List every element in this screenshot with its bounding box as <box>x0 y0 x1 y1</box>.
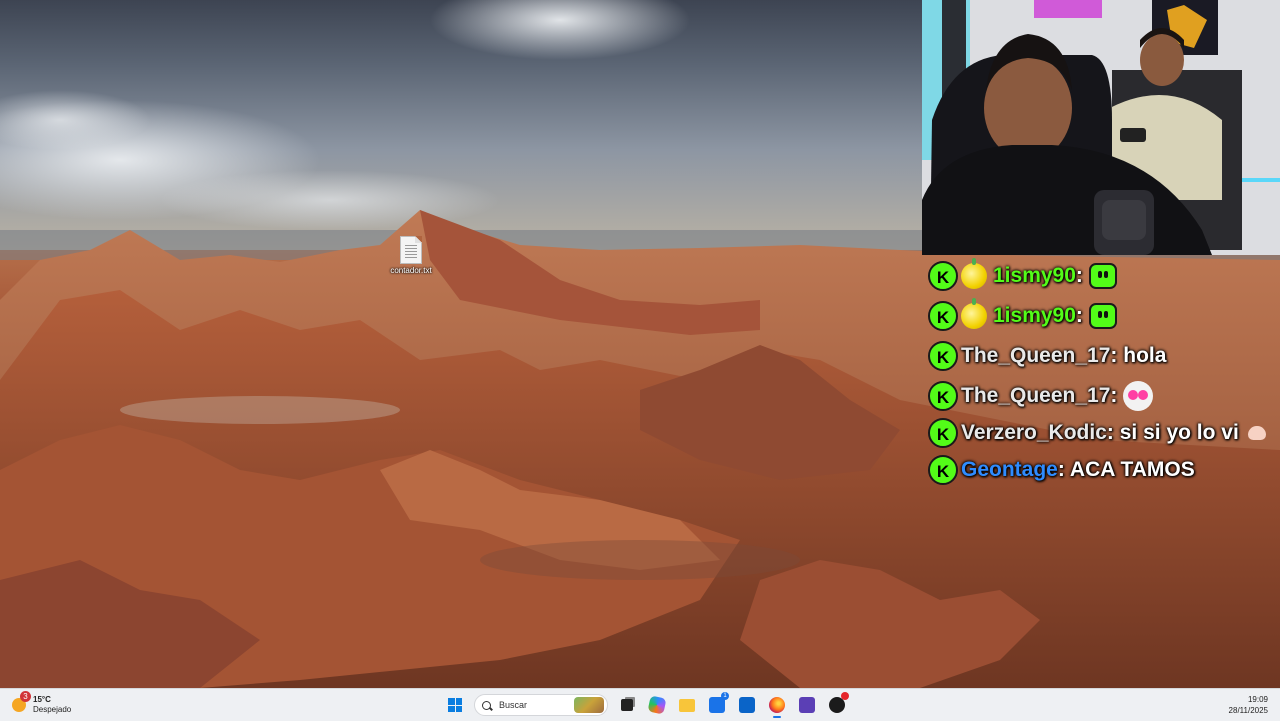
copilot-button[interactable] <box>643 691 671 719</box>
chat-username: Geontage <box>961 458 1058 481</box>
chat-text: hola <box>1123 344 1167 367</box>
file-explorer-icon <box>679 698 695 712</box>
firefox-icon <box>769 697 785 713</box>
chat-username: The_Queen_17 <box>961 344 1111 367</box>
kick-badge-icon: K <box>928 455 958 486</box>
task-view-button[interactable] <box>613 691 641 719</box>
heart-eyes-emote-icon <box>1123 381 1154 412</box>
start-button[interactable] <box>441 691 469 719</box>
chat-app-button[interactable] <box>793 691 821 719</box>
desktop-file-label: contador.txt <box>390 266 432 275</box>
flexed-arm-emote-icon <box>1245 422 1269 444</box>
notification-badge: 1 <box>721 692 729 700</box>
kick-badge-icon: K <box>928 341 958 372</box>
green-smile-emote-icon <box>1088 263 1117 290</box>
obs-button[interactable] <box>823 691 851 719</box>
recording-indicator <box>841 692 849 700</box>
chat-overlay: K 1ismy90: K 1ismy90: K The_Queen_17: hola … <box>928 256 1278 490</box>
copilot-icon <box>647 695 667 715</box>
taskbar-center: Buscar 1 <box>440 689 852 721</box>
chat-text: si si yo lo vi <box>1119 421 1239 444</box>
chat-message: K The_Queen_17: <box>928 376 1278 416</box>
microsoft-store-button[interactable]: 1 <box>703 691 731 719</box>
weather-temperature: 15°C <box>33 695 51 704</box>
chat-message: K Verzero_Kodic: si si yo lo vi <box>928 416 1278 450</box>
chat-message: K Geontage: ACA TAMOS <box>928 450 1278 490</box>
clock-time: 19:09 <box>1247 695 1268 704</box>
weather-alert-badge: 3 <box>20 691 31 702</box>
subscriber-emote-icon <box>961 298 987 330</box>
weather-condition: Despejado <box>33 705 72 714</box>
webcam-overlay <box>922 0 1280 255</box>
taskbar-search-box[interactable]: Buscar <box>474 694 608 716</box>
taskbar: 3 15°C Despejado Buscar 1 19:09 28/11/20… <box>0 688 1280 721</box>
chat-separator: : <box>1106 421 1114 444</box>
kick-badge-icon: K <box>928 381 958 412</box>
chat-separator: : <box>1110 384 1118 407</box>
chat-app-icon <box>799 697 815 713</box>
weather-widget[interactable]: 3 15°C Despejado <box>12 691 72 717</box>
task-view-icon <box>621 699 633 711</box>
chat-separator: : <box>1110 344 1118 367</box>
outlook-button[interactable] <box>733 691 761 719</box>
chat-username: Verzero_Kodic <box>961 421 1107 444</box>
kick-badge-icon: K <box>928 301 958 332</box>
chat-separator: : <box>1075 304 1083 327</box>
chat-separator: : <box>1057 458 1065 481</box>
clock-date: 28/11/2025 <box>1228 706 1268 715</box>
kick-badge-icon: K <box>928 418 958 449</box>
firefox-button[interactable] <box>763 691 791 719</box>
active-app-indicator <box>773 716 781 718</box>
system-clock[interactable]: 19:09 28/11/2025 <box>1229 694 1268 716</box>
chat-message: K 1ismy90: <box>928 296 1278 336</box>
text-file-icon <box>400 236 422 264</box>
kick-badge-icon: K <box>928 261 958 292</box>
chat-username: 1ismy90 <box>993 264 1076 287</box>
search-highlight-icon <box>574 697 604 713</box>
search-placeholder: Buscar <box>499 700 528 710</box>
chat-text: ACA TAMOS <box>1069 458 1195 481</box>
sunny-weather-icon: 3 <box>12 691 31 712</box>
chat-username: 1ismy90 <box>993 304 1076 327</box>
desktop-file-icon[interactable]: contador.txt <box>380 236 442 275</box>
chat-username: The_Queen_17 <box>961 384 1111 407</box>
search-icon <box>482 700 491 710</box>
windows-logo-icon <box>448 698 462 712</box>
subscriber-emote-icon <box>961 258 987 290</box>
file-explorer-button[interactable] <box>673 691 701 719</box>
chat-message: K 1ismy90: <box>928 256 1278 296</box>
chat-separator: : <box>1075 264 1083 287</box>
outlook-icon <box>739 697 755 713</box>
webcam-feed-image <box>922 0 1280 255</box>
green-smile-emote-icon <box>1088 303 1117 330</box>
chat-message: K The_Queen_17: hola <box>928 336 1278 376</box>
